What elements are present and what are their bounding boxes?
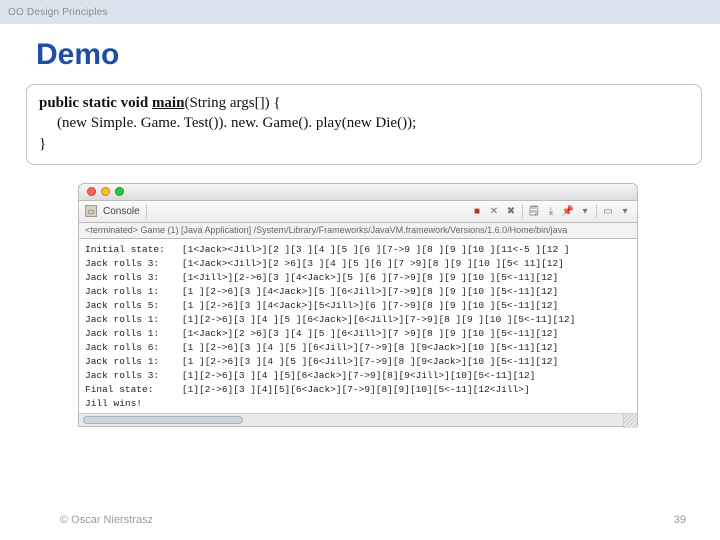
window-titlebar[interactable] [78,183,638,201]
console-window: ▭ Console ■ ✕ ✖ 🗒 ⤓ 📌 ▾ ▭ ▾ <terminated>… [78,183,638,428]
console-status-line: <terminated> Game (1) [Java Application]… [78,223,638,239]
console-tab-label[interactable]: Console [103,206,140,217]
scroll-lock-icon[interactable]: ⤓ [545,205,557,217]
close-icon[interactable] [87,187,96,196]
console-output[interactable]: Initial state: [1<Jack><Jill>][2 ][3 ][4… [79,239,623,414]
console-output-area: Initial state: [1<Jack><Jill>][2 ][3 ][4… [78,239,638,414]
toolbar-separator [596,204,597,218]
display-selected-icon[interactable]: ▾ [579,205,591,217]
code-main-ident: main [152,95,185,111]
toolbar-separator [146,204,147,218]
minimize-view-icon[interactable]: ▾ [619,205,631,217]
page-number: 39 [674,514,686,526]
terminate-icon[interactable]: ■ [471,205,483,217]
remove-all-icon[interactable]: ✖ [505,205,517,217]
zoom-icon[interactable] [115,187,124,196]
toolbar-separator [522,204,523,218]
console-toolbar: ▭ Console ■ ✕ ✖ 🗒 ⤓ 📌 ▾ ▭ ▾ [78,201,638,223]
code-sample: public static void main(String args[]) {… [26,84,702,165]
horizontal-scrollbar[interactable] [78,413,638,427]
open-console-icon[interactable]: ▭ [602,205,614,217]
code-keywords: public static void [39,95,152,111]
resize-grip-icon[interactable] [623,414,637,428]
copyright: © Oscar Nierstrasz [60,514,153,526]
slide-footer: © Oscar Nierstrasz 39 [60,514,686,526]
remove-launch-icon[interactable]: ✕ [488,205,500,217]
minimize-icon[interactable] [101,187,110,196]
console-tab-icon[interactable]: ▭ [85,205,97,217]
breadcrumb: OO Design Principles [8,7,108,18]
code-close: } [39,134,689,154]
slide-title: Demo [36,38,720,72]
code-body: (new Simple. Game. Test()). new. Game().… [39,113,689,133]
clear-console-icon[interactable]: 🗒 [528,205,540,217]
header-bar: OO Design Principles [0,0,720,24]
console-status-text: <terminated> Game (1) [Java Application]… [85,225,567,235]
code-signature: (String args[]) { [184,95,280,111]
pin-console-icon[interactable]: 📌 [562,205,574,217]
scrollbar-thumb[interactable] [83,416,243,424]
